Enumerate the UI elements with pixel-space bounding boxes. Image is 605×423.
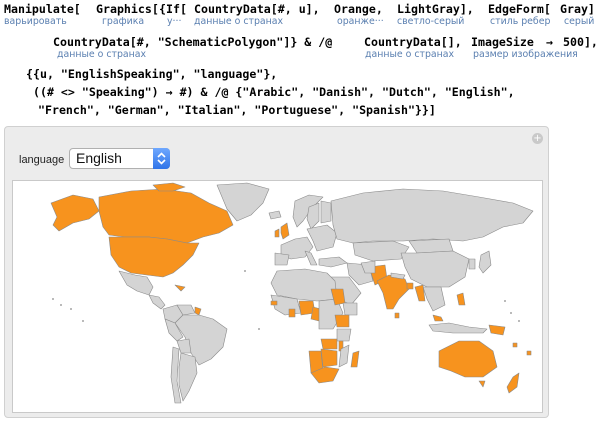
language-popup-menu[interactable]: English — [69, 148, 170, 169]
code-token: → — [539, 35, 560, 49]
country-central-america — [148, 294, 166, 310]
country-iberia — [274, 252, 290, 266]
country-philippines — [456, 292, 466, 306]
code-token: ImageSize — [471, 35, 534, 49]
country-tanzania — [336, 328, 352, 342]
country-madagascar — [350, 350, 360, 368]
code-line-2: CountryData[#, "SchematicPolygon"]} & /@… — [53, 35, 598, 49]
country-finland — [320, 200, 332, 224]
country-myanmar — [414, 284, 426, 302]
country-mongolia — [408, 238, 454, 254]
country-sri-lanka — [394, 312, 400, 319]
country-china — [400, 250, 470, 288]
country-iceland — [268, 210, 282, 220]
country-new-zealand — [506, 372, 520, 394]
hint-label: графика — [102, 16, 145, 27]
code-token: CountryData[#, "SchematicPolygon"]} & /@ — [53, 35, 340, 49]
country-papua — [488, 324, 506, 336]
hint-label: варьировать — [4, 16, 67, 27]
country-australia — [438, 340, 498, 378]
island-dot — [244, 270, 246, 272]
country-india — [376, 274, 410, 310]
country-kenya-uganda — [334, 314, 350, 328]
country-indochina — [422, 286, 446, 312]
country-malaysia — [432, 314, 444, 322]
code-token: Graphics[ — [96, 2, 159, 16]
code-line-4: ((# <> "Speaking") → #) & /@ {"Arabic", … — [33, 85, 515, 99]
country-italy — [304, 250, 318, 266]
country-argentina — [178, 352, 198, 402]
country-botswana-zimbabwe — [320, 348, 338, 368]
world-map-svg — [50, 182, 534, 404]
island-dot — [60, 304, 62, 306]
country-bangladesh — [406, 282, 414, 290]
code-line-5: "French", "German", "Italian", "Portugue… — [38, 103, 436, 117]
country-caribbean — [174, 284, 186, 292]
hint-label: у··· — [167, 16, 182, 27]
country-alaska — [50, 194, 100, 232]
country-guyana — [194, 306, 202, 316]
island-dot — [82, 320, 84, 322]
country-ethiopia — [342, 302, 358, 316]
code-token: {If[ — [159, 2, 187, 16]
country-canada — [98, 188, 234, 244]
country-usa — [108, 236, 200, 278]
island-dot — [504, 300, 506, 302]
country-gambia-sl — [270, 300, 278, 306]
country-north-africa — [270, 268, 338, 302]
code-token: EdgeForm[ — [488, 2, 551, 16]
country-uk — [280, 222, 290, 240]
code-token: CountryData[], — [364, 35, 469, 49]
country-russia — [330, 188, 534, 244]
code-token: CountryData[#, u], — [194, 2, 327, 16]
country-japan — [478, 250, 492, 274]
country-pacific-islands — [512, 342, 518, 348]
country-korea — [468, 258, 476, 270]
country-indonesia — [428, 322, 488, 334]
plus-circle-icon[interactable]: + — [532, 133, 543, 144]
selected-value: English — [76, 150, 122, 166]
island-dot — [518, 320, 520, 322]
hint-label: данные о странах — [194, 16, 284, 27]
country-turkey — [318, 256, 348, 268]
code-token: 500], — [563, 35, 598, 49]
hint-label: оранже··· — [337, 16, 384, 27]
code-token: Manipulate[ — [4, 2, 81, 16]
hint-label: серый — [564, 16, 595, 27]
updown-arrows-icon — [153, 148, 170, 169]
hint-label: данные о странах — [57, 49, 147, 60]
island-dot — [70, 308, 72, 310]
country-arctic-islands — [152, 182, 186, 192]
manipulate-panel: + language English — [4, 126, 549, 418]
control-label: language — [19, 154, 65, 166]
island-dot — [52, 298, 54, 300]
hint-label: светло-серый — [397, 16, 465, 27]
hint-label: размер изображения — [473, 49, 578, 60]
code-line-3: {{u, "EnglishSpeaking", "language"}, — [26, 67, 278, 81]
island-dot — [510, 312, 512, 314]
country-tasmania — [478, 380, 486, 388]
country-zambia — [320, 338, 338, 350]
country-kazakhstan — [352, 240, 410, 262]
hint-label: данные о странах — [365, 49, 455, 60]
country-sweden — [306, 202, 320, 230]
world-map-graphic — [12, 180, 543, 413]
code-line-1: Manipulate[ Graphics[ {If[ CountryData[#… — [4, 2, 595, 16]
hint-label: стиль ребер — [490, 16, 551, 27]
code-token: LightGray], — [397, 2, 481, 16]
country-ghana — [288, 308, 296, 318]
country-fiji — [526, 350, 532, 356]
code-token: Gray] — [560, 2, 595, 16]
code-token: Orange, — [334, 2, 390, 16]
island-dot — [258, 328, 260, 330]
country-ireland — [274, 228, 280, 238]
